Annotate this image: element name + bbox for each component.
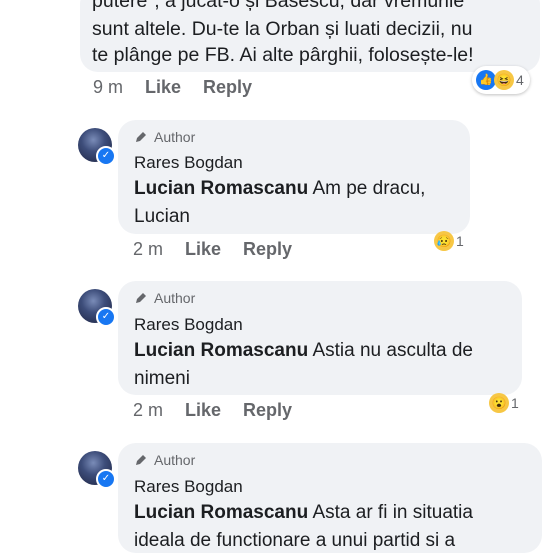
reply-timestamp: 2 m: [133, 239, 164, 259]
mention-link[interactable]: Lucian Romascanu: [134, 178, 308, 199]
comment-bubble: putere", a jucat-o și Basescu, dar vremu…: [80, 0, 540, 72]
comment-text-line: putere", a jucat-o și Basescu, dar vremu…: [92, 0, 465, 12]
author-label: Author: [154, 452, 196, 468]
avatar[interactable]: ✓: [78, 289, 116, 327]
mention-link[interactable]: Lucian Romascanu: [134, 340, 308, 361]
reply-link[interactable]: Reply: [243, 239, 292, 260]
reaction-summary[interactable]: 😥 1: [434, 231, 464, 251]
comment-timestamp: 9 m: [93, 77, 124, 97]
comment-actions: 9 m Like Reply: [93, 77, 274, 98]
reply-text: Lucian Romascanu Asta ar fi in situatia …: [134, 499, 532, 553]
reply-bubble: Author Rares Bogdan Lucian Romascanu Ast…: [118, 281, 522, 395]
like-link[interactable]: Like: [185, 239, 221, 260]
reply-text-line: Lucian: [134, 206, 190, 227]
author-label: Author: [154, 129, 196, 145]
pen-icon: [136, 455, 146, 465]
reply-text-line: Astia nu asculta de: [308, 340, 473, 361]
reply-text-line: Am pe dracu,: [308, 178, 426, 199]
like-icon: 👍: [476, 70, 496, 90]
verified-icon: ✓: [96, 307, 116, 327]
reaction-count: 1: [511, 395, 519, 411]
reply-author-name[interactable]: Rares Bogdan: [134, 477, 243, 497]
reaction-count: 1: [456, 233, 464, 249]
reaction-summary[interactable]: 😮 1: [489, 393, 519, 413]
reply-actions: 2 m Like Reply: [133, 400, 314, 421]
reply-author-name[interactable]: Rares Bogdan: [134, 315, 243, 335]
author-badge: Author: [134, 290, 195, 306]
reply-text-line: Asta ar fi in situatia: [308, 502, 473, 523]
wow-icon: 😮: [489, 393, 509, 413]
haha-icon: 😆: [494, 70, 514, 90]
reply-text-line: nimeni: [134, 368, 190, 389]
mention-link[interactable]: Lucian Romascanu: [134, 502, 308, 523]
avatar[interactable]: ✓: [78, 451, 116, 489]
reply-bubble: Author Rares Bogdan Lucian Romascanu Ast…: [118, 443, 542, 553]
comment-text-line: te plânge pe FB. Ai alte pârghii, folose…: [92, 44, 474, 66]
reply-text: Lucian Romascanu Astia nu asculta de nim…: [134, 337, 512, 393]
reply-text-line: ideala de functionare a unui partid si a: [134, 530, 456, 551]
pen-icon: [136, 132, 146, 142]
reply-timestamp: 2 m: [133, 400, 164, 420]
comment-text-line: sunt altele. Du-te la Orban și luati dec…: [92, 18, 473, 40]
reaction-summary[interactable]: 👍 😆 4: [472, 66, 530, 94]
verified-icon: ✓: [96, 146, 116, 166]
like-link[interactable]: Like: [145, 77, 181, 98]
pen-icon: [136, 293, 146, 303]
reply-text: Lucian Romascanu Am pe dracu, Lucian: [134, 175, 460, 231]
reply-author-name[interactable]: Rares Bogdan: [134, 153, 243, 173]
like-link[interactable]: Like: [185, 400, 221, 421]
avatar[interactable]: ✓: [78, 128, 116, 166]
reply-link[interactable]: Reply: [203, 77, 252, 98]
reply-link[interactable]: Reply: [243, 400, 292, 421]
verified-icon: ✓: [96, 469, 116, 489]
reply-actions: 2 m Like Reply: [133, 239, 314, 260]
author-badge: Author: [134, 129, 195, 145]
sad-icon: 😥: [434, 231, 454, 251]
author-label: Author: [154, 290, 196, 306]
reply-bubble: Author Rares Bogdan Lucian Romascanu Am …: [118, 120, 470, 234]
reaction-count: 4: [516, 72, 524, 88]
author-badge: Author: [134, 452, 195, 468]
